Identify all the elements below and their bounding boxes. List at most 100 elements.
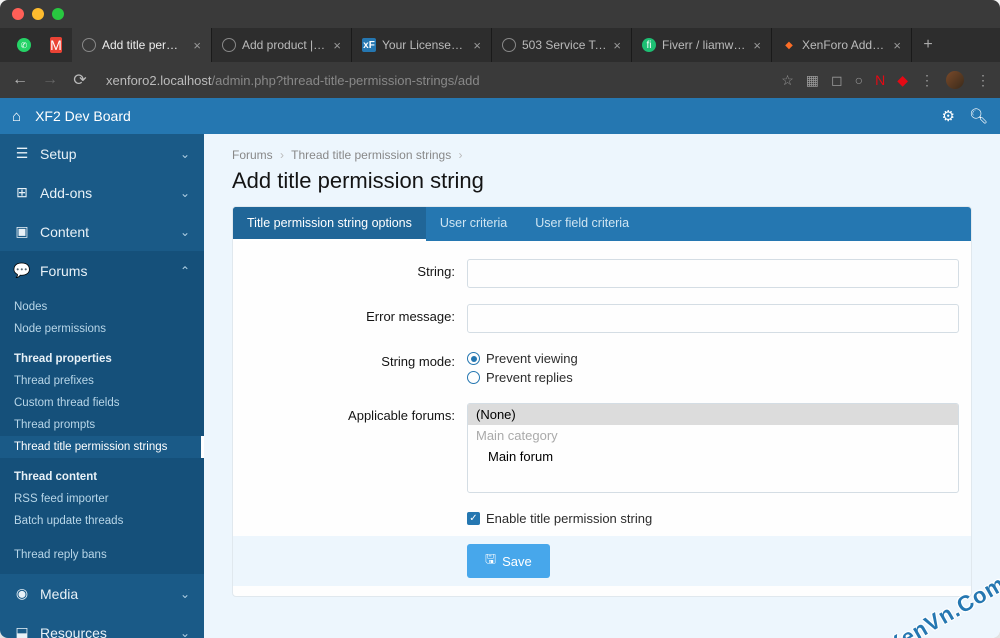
ext-icon-4[interactable]: N (875, 72, 885, 88)
error-message-input[interactable] (467, 304, 959, 333)
sidebar-item-thread-prompts[interactable]: Thread prompts (0, 414, 204, 436)
sidebar-heading-thread-properties: Thread properties (0, 348, 204, 370)
sidebar-media[interactable]: ◉ Media ⌄ (0, 574, 204, 613)
select-option-main-forum[interactable]: Main forum (468, 446, 958, 467)
breadcrumb-separator: › (459, 148, 463, 162)
url-path: /admin.php?thread-title-permission-strin… (212, 73, 480, 88)
star-icon[interactable]: ☆ (781, 72, 794, 89)
chevron-down-icon: ⌄ (180, 186, 190, 200)
xenforo-icon: xF (362, 38, 376, 52)
select-option-main-category: Main category (468, 425, 958, 446)
select-option-none[interactable]: (None) (468, 404, 958, 425)
sidebar-item-nodes[interactable]: Nodes (0, 296, 204, 318)
fiverr-icon: fi (642, 38, 656, 52)
sidebar-setup[interactable]: ☰ Setup ⌄ (0, 134, 204, 173)
applicable-forums-select[interactable]: (None) Main category Main forum (467, 403, 959, 493)
tab-5[interactable]: ◆ XenForo Add-Ons / Xe × (772, 28, 912, 62)
sidebar-item-batch-update-threads[interactable]: Batch update threads (0, 510, 204, 532)
tab-4[interactable]: fi Fiverr / liamwli / Shoppi × (632, 28, 772, 62)
browser-addressbar: ← → ⟳ xenforo2.localhost/admin.php?threa… (0, 62, 1000, 98)
radio-label: Prevent viewing (486, 351, 578, 366)
gitlab-icon: ◆ (782, 38, 796, 52)
sidebar-addons[interactable]: ⊞ Add-ons ⌄ (0, 173, 204, 212)
panel-tabs: Title permission string options User cri… (233, 207, 971, 241)
breadcrumb-thread-title-permission-strings[interactable]: Thread title permission strings (291, 148, 451, 162)
sidebar-item-thread-reply-bans[interactable]: Thread reply bans (0, 544, 204, 566)
minimize-window-button[interactable] (32, 8, 44, 20)
save-icon: 🖫 (485, 550, 496, 572)
close-tab-icon[interactable]: × (193, 38, 201, 53)
tab-active[interactable]: Add title permission stri × (72, 28, 212, 62)
sidebar-resources[interactable]: ⬓ Resources ⌄ (0, 613, 204, 638)
maximize-window-button[interactable] (52, 8, 64, 20)
sidebar-item-custom-thread-fields[interactable]: Custom thread fields (0, 392, 204, 414)
sidebar-item-rss-feed-importer[interactable]: RSS feed importer (0, 488, 204, 510)
checkbox-enable-title-permission-string[interactable]: ✓ Enable title permission string (467, 509, 959, 528)
form-row-save: 🖫 Save (233, 536, 971, 586)
forums-icon: 💬 (14, 262, 30, 279)
label-string: String: (245, 259, 467, 279)
sidebar-label: Forums (40, 263, 170, 279)
forward-button[interactable]: → (40, 71, 60, 89)
url-field[interactable]: xenforo2.localhost/admin.php?thread-titl… (100, 73, 771, 88)
form-row-string-mode: String mode: Prevent viewing Prevent rep… (233, 341, 971, 395)
reload-button[interactable]: ⟳ (70, 70, 90, 90)
tab-3[interactable]: 503 Service Temporaril × (492, 28, 632, 62)
ext-icon-5[interactable]: ◆ (897, 72, 908, 89)
menu-icon[interactable]: ⋮ (976, 72, 990, 89)
radio-prevent-replies[interactable]: Prevent replies (467, 368, 959, 387)
checkbox-label: Enable title permission string (486, 511, 652, 526)
tab-2[interactable]: xF Your Licenses | XenForo × (352, 28, 492, 62)
url-host: xenforo2.localhost (106, 73, 212, 88)
ext-icon-1[interactable]: ▦ (806, 72, 819, 89)
tab-title-permission-string-options[interactable]: Title permission string options (233, 207, 426, 241)
admin-search-icon[interactable]: 🔍︎ (969, 107, 988, 125)
save-button[interactable]: 🖫 Save (467, 544, 550, 578)
sidebar-item-thread-prefixes[interactable]: Thread prefixes (0, 370, 204, 392)
save-button-label: Save (502, 554, 532, 569)
close-tab-icon[interactable]: × (473, 38, 481, 53)
radio-label: Prevent replies (486, 370, 573, 385)
ext-icon-3[interactable]: ○ (855, 72, 863, 88)
tab-user-field-criteria[interactable]: User field criteria (521, 207, 643, 241)
globe-icon (502, 38, 516, 52)
ext-icon-2[interactable]: ◻ (831, 72, 843, 89)
string-input[interactable] (467, 259, 959, 288)
profile-avatar[interactable] (946, 71, 964, 89)
sidebar-label: Content (40, 224, 170, 240)
close-tab-icon[interactable]: × (893, 38, 901, 53)
ext-icon-6[interactable]: ⋮ (920, 72, 934, 89)
board-name[interactable]: XF2 Dev Board (35, 108, 131, 124)
checkbox-icon: ✓ (467, 512, 480, 525)
media-icon: ◉ (14, 585, 30, 602)
gmail-pinned-tab[interactable]: M (40, 28, 72, 62)
home-icon[interactable]: ⌂ (12, 108, 21, 125)
sidebar-forums[interactable]: 💬 Forums ⌃ (0, 251, 204, 290)
tab-1[interactable]: Add product | LW Addo × (212, 28, 352, 62)
close-tab-icon[interactable]: × (333, 38, 341, 53)
label-applicable-forums: Applicable forums: (245, 403, 467, 423)
chevron-up-icon: ⌃ (180, 264, 190, 278)
sidebar-heading-thread-content: Thread content (0, 466, 204, 488)
back-button[interactable]: ← (10, 71, 30, 89)
sidebar-label: Resources (40, 625, 170, 638)
sidebar-item-node-permissions[interactable]: Node permissions (0, 318, 204, 340)
tab-title: 503 Service Temporaril (522, 38, 607, 52)
admin-sidebar: ☰ Setup ⌄ ⊞ Add-ons ⌄ ▣ Content ⌄ 💬 Foru… (0, 134, 204, 638)
radio-prevent-viewing[interactable]: Prevent viewing (467, 349, 959, 368)
close-window-button[interactable] (12, 8, 24, 20)
app-header: ⌂ XF2 Dev Board ⚙ 🔍︎ (0, 98, 1000, 134)
close-tab-icon[interactable]: × (613, 38, 621, 53)
tab-user-criteria[interactable]: User criteria (426, 207, 521, 241)
sidebar-forums-items: Nodes Node permissions Thread properties… (0, 290, 204, 574)
whatsapp-pinned-tab[interactable]: ✆ (8, 28, 40, 62)
setup-icon: ☰ (14, 145, 30, 162)
admin-settings-icon[interactable]: ⚙ (942, 107, 955, 125)
new-tab-button[interactable]: + (912, 28, 944, 62)
window-titlebar (0, 0, 1000, 28)
sidebar-item-thread-title-permission-strings[interactable]: Thread title permission strings (0, 436, 204, 458)
close-tab-icon[interactable]: × (753, 38, 761, 53)
sidebar-content[interactable]: ▣ Content ⌄ (0, 212, 204, 251)
main-content: Forums › Thread title permission strings… (204, 134, 1000, 638)
breadcrumb-forums[interactable]: Forums (232, 148, 273, 162)
